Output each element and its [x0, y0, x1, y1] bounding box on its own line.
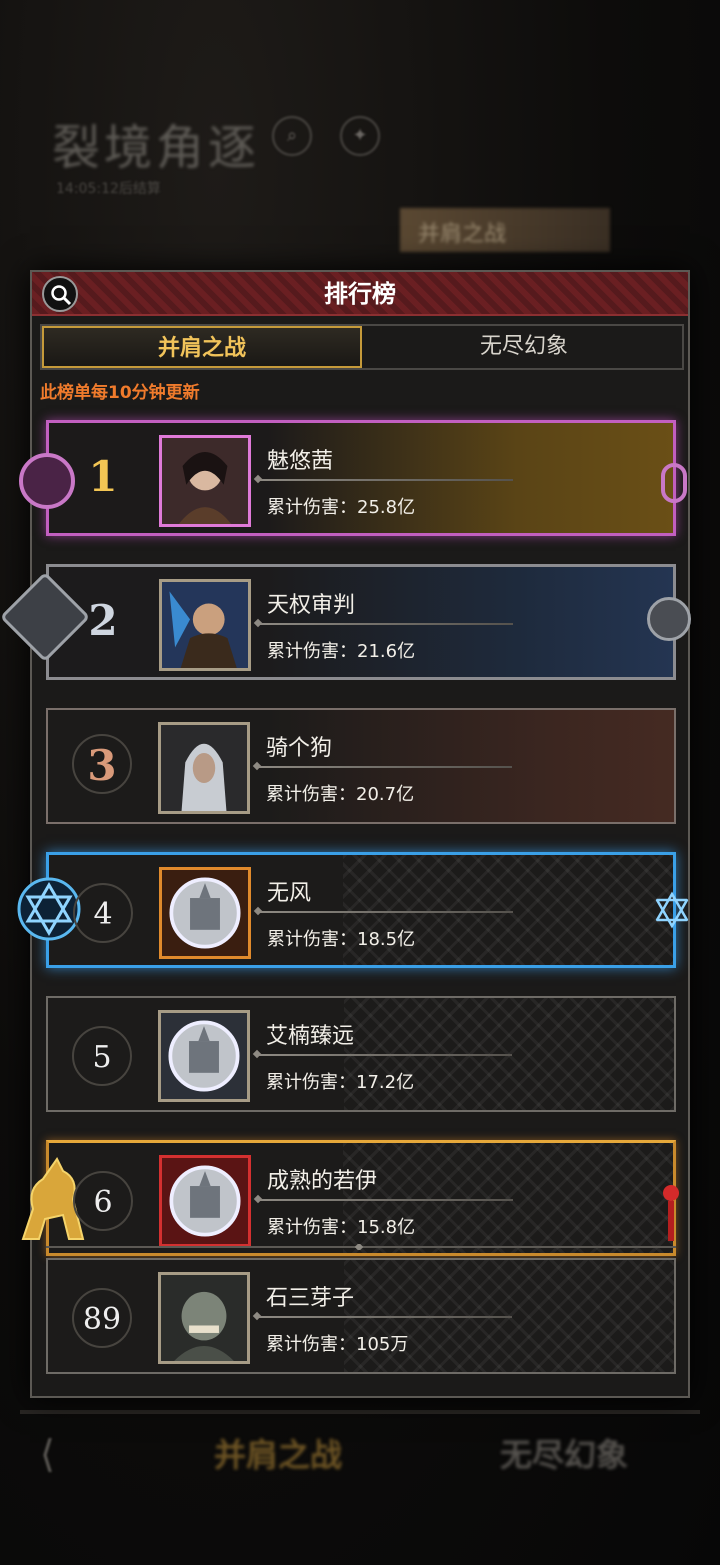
damage-total: 累计伤害：17.2亿 — [266, 1072, 415, 1093]
background-tab-together: 并肩之战 — [214, 1436, 343, 1474]
tassel-icon — [663, 1185, 679, 1241]
divider — [256, 1054, 512, 1056]
tab-together-battle[interactable]: 并肩之战 — [42, 326, 362, 368]
rank-number: 1 — [88, 452, 118, 501]
ranking-row-4[interactable]: 4 无风 累计伤害：18.5亿 — [17, 852, 690, 968]
player-name: 石三芽子 — [266, 1286, 355, 1311]
player-name: 无风 — [267, 881, 312, 906]
rank-number: 4 — [73, 883, 133, 943]
avatar[interactable] — [159, 867, 251, 959]
panel-title: 排行榜 — [324, 280, 396, 308]
player-name: 成熟的若伊 — [267, 1169, 378, 1194]
damage-total: 累计伤害：20.7亿 — [266, 784, 415, 805]
ranking-row-3[interactable]: 3 骑个狗 累计伤害：20.7亿 — [46, 708, 676, 824]
back-icon: ⟨ — [40, 1432, 55, 1476]
my-ranking-row[interactable]: 89 石三芽子 累计伤害：105万 — [46, 1258, 676, 1374]
player-name: 魅悠茜 — [267, 449, 334, 474]
tab-endless-illusion[interactable]: 无尽幻象 — [364, 326, 684, 368]
ranking-row-2[interactable]: 2 天权审判 累计伤害：21.6亿 — [0, 564, 691, 680]
damage-total: 累计伤害：21.6亿 — [267, 641, 416, 662]
star-icon — [654, 891, 690, 929]
damage-total: 累计伤害：15.8亿 — [267, 1217, 416, 1238]
divider — [257, 911, 513, 913]
avatar[interactable] — [158, 1010, 250, 1102]
search-icon: ⌕ — [272, 116, 312, 156]
divider — [257, 1199, 513, 1201]
ranking-row-5[interactable]: 5 艾楠臻远 累计伤害：17.2亿 — [46, 996, 676, 1112]
player-name: 骑个狗 — [266, 736, 333, 761]
leaderboard-tabs: 并肩之战 无尽幻象 — [40, 324, 684, 370]
rank-1-badge-icon — [19, 453, 75, 509]
background-tab-endless: 无尽幻象 — [500, 1436, 629, 1474]
avatar[interactable] — [158, 722, 250, 814]
rank-number: 89 — [72, 1288, 132, 1348]
separator-line — [46, 1244, 676, 1250]
avatar[interactable] — [159, 1155, 251, 1247]
divider — [257, 623, 513, 625]
ranking-row-6[interactable]: 6 成熟的若伊 累计伤害：15.8亿 — [21, 1140, 679, 1256]
rank-number: 3 — [72, 734, 132, 794]
divider — [257, 479, 513, 481]
damage-total: 累计伤害：105万 — [266, 1334, 409, 1355]
background-mode-tag: 并肩之战 — [400, 208, 610, 252]
divider — [256, 766, 512, 768]
search-button[interactable] — [42, 276, 78, 312]
rank-number: 6 — [73, 1171, 133, 1231]
avatar[interactable] — [158, 1272, 250, 1364]
damage-total: 累计伤害：25.8亿 — [267, 497, 416, 518]
update-note: 此榜单每10分钟更新 — [40, 383, 200, 403]
rank-number: 2 — [88, 596, 118, 645]
avatar[interactable] — [159, 435, 251, 527]
background-title: 裂境角逐 — [52, 120, 261, 176]
player-name: 艾楠臻远 — [266, 1024, 355, 1049]
hint-icon: ✦ — [340, 116, 380, 156]
rank-1-ring-icon — [661, 463, 687, 503]
avatar[interactable] — [159, 579, 251, 671]
damage-total: 累计伤害：18.5亿 — [267, 929, 416, 950]
search-icon — [51, 285, 72, 306]
rank-number: 5 — [72, 1026, 132, 1086]
divider — [256, 1316, 512, 1318]
background-countdown: 14:05:12后结算 — [56, 181, 161, 197]
background-divider — [20, 1410, 700, 1414]
scales-small-icon — [647, 597, 691, 641]
leaderboard-panel: 排行榜 并肩之战 无尽幻象 此榜单每10分钟更新 1 魅悠茜 累计伤害：25.8… — [0, 270, 691, 1398]
player-name: 天权审判 — [267, 593, 356, 618]
ranking-row-1[interactable]: 1 魅悠茜 累计伤害：25.8亿 — [19, 420, 687, 536]
